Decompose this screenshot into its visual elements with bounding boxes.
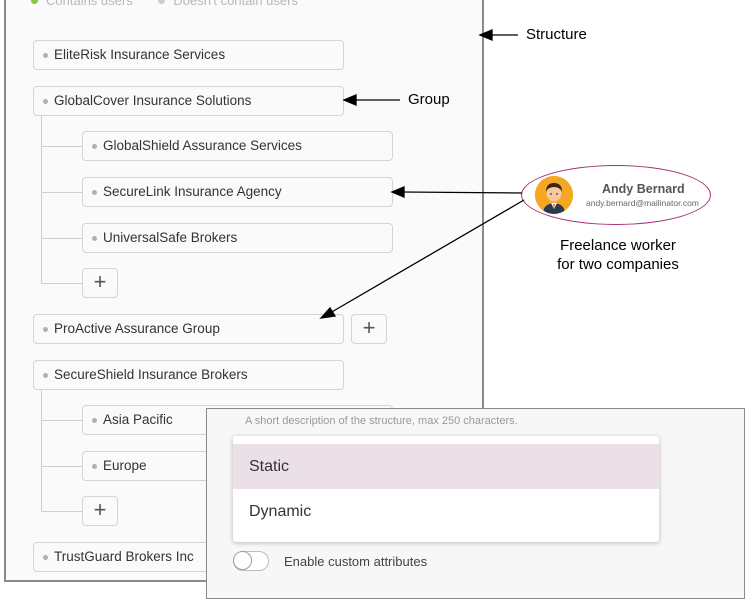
annotation-arrows bbox=[319, 29, 525, 319]
group-arrow bbox=[342, 94, 400, 106]
proactive-arrow bbox=[319, 199, 525, 319]
securelink-arrow bbox=[390, 186, 523, 198]
structure-arrow bbox=[478, 29, 518, 41]
